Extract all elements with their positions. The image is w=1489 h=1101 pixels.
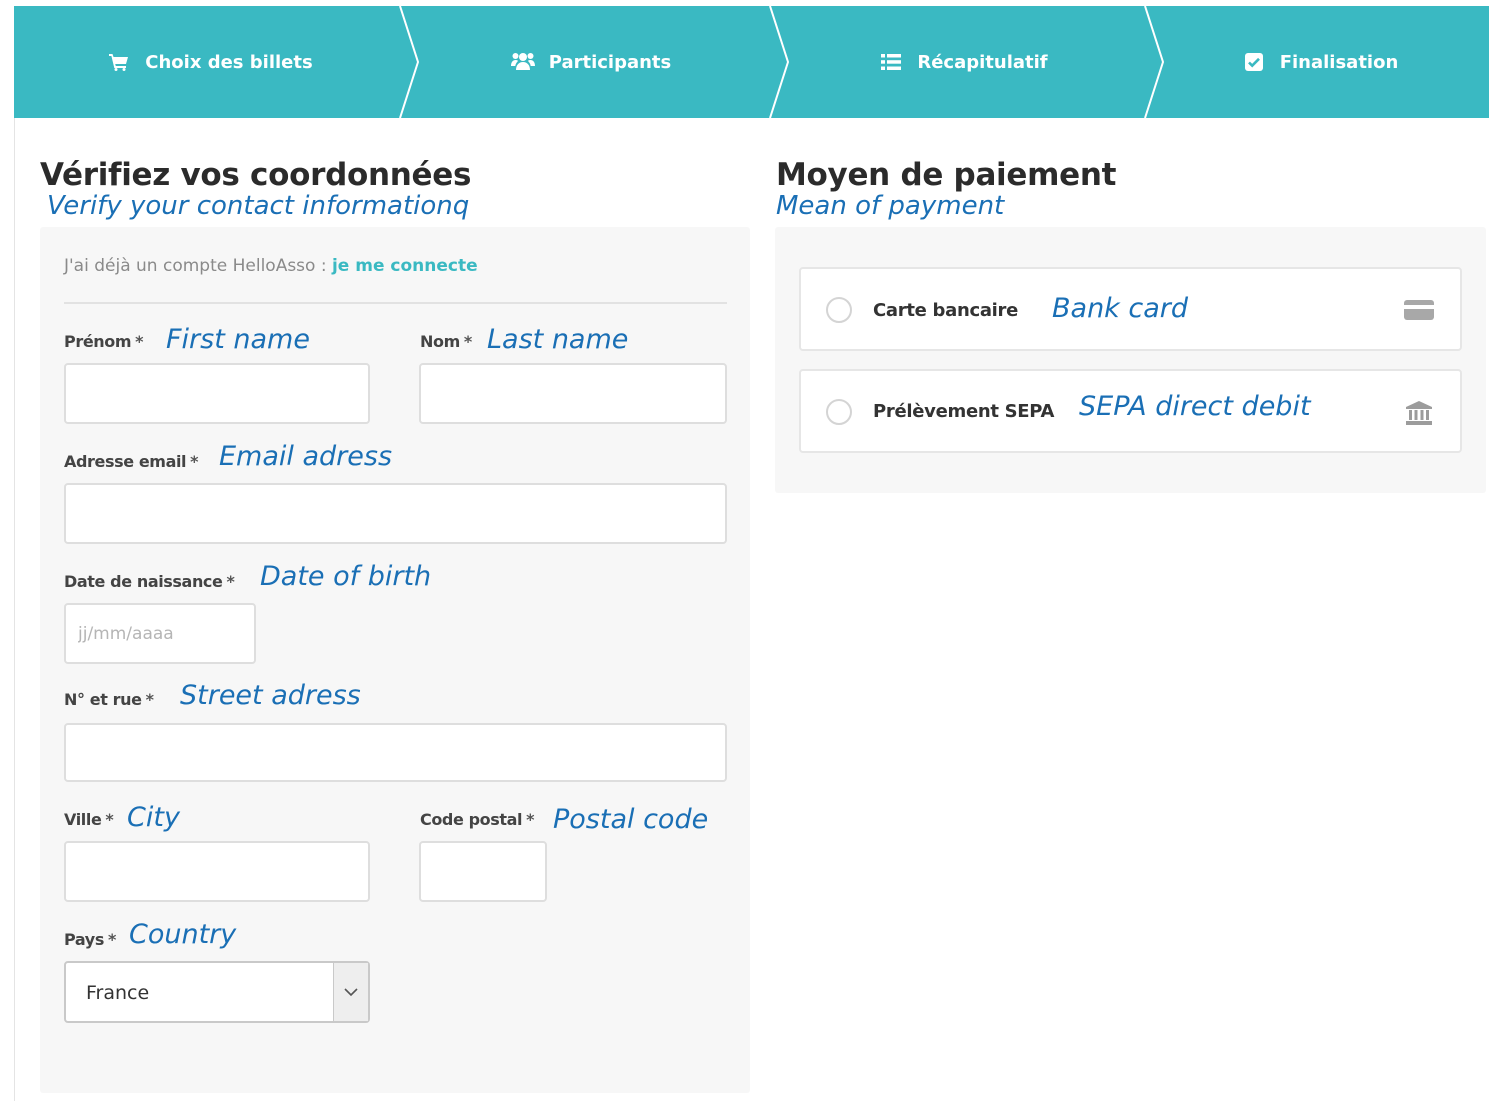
last-name-input[interactable] xyxy=(419,363,727,424)
postal-code-input[interactable] xyxy=(419,841,547,902)
country-label: Pays * xyxy=(64,930,116,949)
form-divider xyxy=(64,302,727,304)
required-marker: * xyxy=(107,930,116,949)
email-label-text: Adresse email xyxy=(64,452,187,471)
existing-account-line: J'ai déjà un compte HelloAsso : je me co… xyxy=(64,256,478,276)
city-label-text: Ville xyxy=(64,810,102,829)
street-label-text: N° et rue xyxy=(64,690,142,709)
payment-section-translation: Mean of payment xyxy=(776,191,1005,221)
country-selected-value: France xyxy=(86,982,150,1004)
last-name-translation: Last name xyxy=(487,324,629,355)
payment-section-title: Moyen de paiement xyxy=(776,157,1117,193)
users-icon xyxy=(510,52,535,72)
country-translation: Country xyxy=(129,919,237,950)
payment-option-card[interactable]: Carte bancaire Bank card xyxy=(799,267,1462,351)
step-recapitulatif[interactable]: Récapitulatif xyxy=(776,6,1151,118)
step-participants[interactable]: Participants xyxy=(406,6,776,118)
chevron-down-icon[interactable] xyxy=(333,963,368,1021)
street-label: N° et rue * xyxy=(64,690,154,709)
bank-icon xyxy=(1402,401,1436,425)
email-translation: Email adress xyxy=(219,441,393,472)
birth-date-translation: Date of birth xyxy=(260,561,432,592)
required-marker: * xyxy=(135,332,144,351)
sepa-option-label: Prélèvement SEPA xyxy=(873,401,1055,422)
country-select[interactable]: France xyxy=(64,961,370,1023)
postal-code-label-text: Code postal xyxy=(420,810,523,829)
sepa-option-translation: SEPA direct debit xyxy=(1079,391,1311,422)
card-option-translation: Bank card xyxy=(1052,293,1189,324)
street-translation: Street adress xyxy=(180,680,361,711)
birth-date-label-text: Date de naissance xyxy=(64,572,223,591)
first-name-label-text: Prénom xyxy=(64,332,132,351)
first-name-translation: First name xyxy=(166,324,310,355)
last-name-label-text: Nom xyxy=(420,332,460,351)
birth-date-label: Date de naissance * xyxy=(64,572,235,591)
email-input[interactable] xyxy=(64,483,727,544)
postal-code-translation: Postal code xyxy=(553,804,709,835)
required-marker: * xyxy=(105,810,114,829)
login-link[interactable]: je me connecte xyxy=(332,256,478,276)
required-marker: * xyxy=(190,452,199,471)
required-marker: * xyxy=(226,572,235,591)
page-left-border xyxy=(14,118,15,1101)
first-name-input[interactable] xyxy=(64,363,370,424)
email-label: Adresse email * xyxy=(64,452,199,471)
step-finalisation[interactable]: Finalisation xyxy=(1151,6,1489,118)
street-input[interactable] xyxy=(64,723,727,782)
city-label: Ville * xyxy=(64,810,114,829)
birth-date-input[interactable] xyxy=(64,603,256,664)
payment-option-sepa[interactable]: Prélèvement SEPA SEPA direct debit xyxy=(799,369,1462,453)
first-name-label: Prénom * xyxy=(64,332,143,351)
required-marker: * xyxy=(526,810,535,829)
postal-code-label: Code postal * xyxy=(420,810,534,829)
required-marker: * xyxy=(463,332,472,351)
step-label: Récapitulatif xyxy=(917,51,1048,73)
step-label: Choix des billets xyxy=(145,51,313,73)
contact-section-title: Vérifiez vos coordonnées xyxy=(40,157,472,193)
sepa-radio[interactable] xyxy=(826,399,852,425)
card-radio[interactable] xyxy=(826,297,852,323)
city-input[interactable] xyxy=(64,841,370,902)
existing-account-text: J'ai déjà un compte HelloAsso : xyxy=(64,256,332,276)
list-icon xyxy=(879,52,903,72)
required-marker: * xyxy=(145,690,154,709)
checkbox-icon xyxy=(1242,52,1266,72)
card-option-label: Carte bancaire xyxy=(873,300,1019,321)
credit-card-icon xyxy=(1402,298,1436,322)
step-label: Finalisation xyxy=(1279,51,1399,73)
checkout-stepper: Choix des billets Participants Récapitul… xyxy=(14,6,1489,118)
cart-icon xyxy=(107,52,131,72)
last-name-label: Nom * xyxy=(420,332,472,351)
contact-section-translation: Verify your contact informationq xyxy=(47,191,470,221)
step-label: Participants xyxy=(548,51,672,73)
country-label-text: Pays xyxy=(64,930,104,949)
step-choix-des-billets[interactable]: Choix des billets xyxy=(14,6,406,118)
city-translation: City xyxy=(127,802,180,833)
